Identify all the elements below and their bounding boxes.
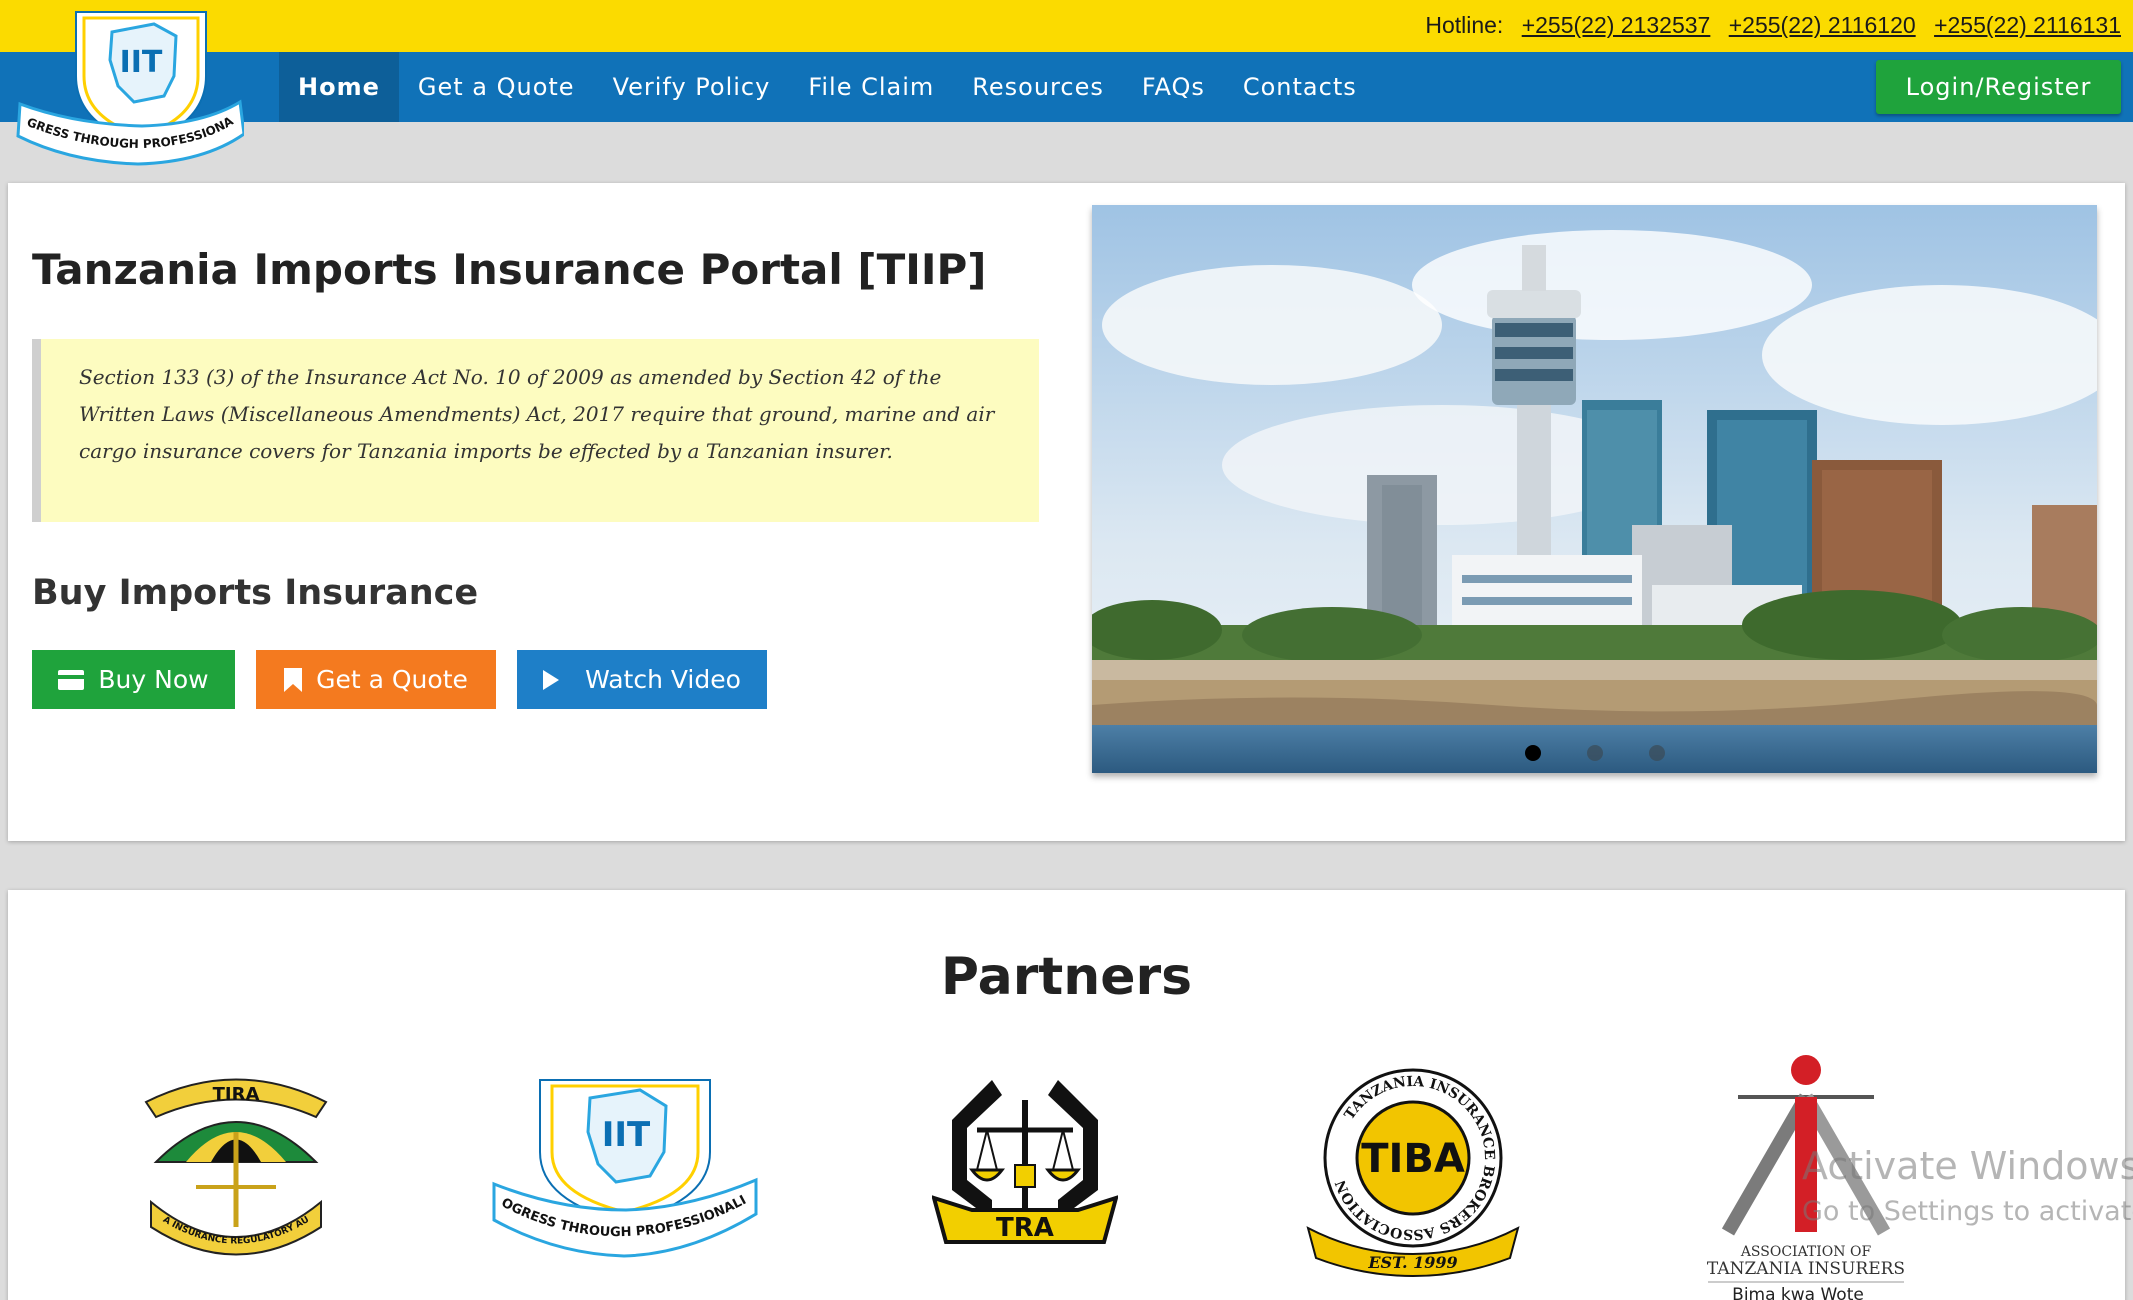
- nav-get-a-quote[interactable]: Get a Quote: [399, 52, 594, 122]
- tra-logo-text: TRA: [996, 1213, 1054, 1243]
- page-title: Tanzania Imports Insurance Portal [TIIP]: [32, 245, 987, 294]
- partners-section: Partners TIRA TANZANIA INSURANCE REGULAT…: [8, 890, 2125, 1300]
- hotline-number-3[interactable]: +255(22) 2116131: [1934, 12, 2121, 38]
- play-icon: [543, 669, 560, 690]
- ati-tagline: Bima kwa Wote: [1732, 1285, 1864, 1300]
- nav-verify-policy[interactable]: Verify Policy: [594, 52, 790, 122]
- city-skyline-image: [1092, 205, 2097, 773]
- bookmark-icon: [284, 667, 303, 692]
- hotline-label: Hotline:: [1425, 12, 1504, 38]
- ati-line1: ASSOCIATION OF: [1740, 1244, 1872, 1260]
- buy-now-label: Buy Now: [98, 665, 209, 694]
- hotline-number-2[interactable]: +255(22) 2116120: [1729, 12, 1916, 38]
- iit-logo-text: IIT: [602, 1115, 651, 1155]
- nav-faqs[interactable]: FAQs: [1123, 52, 1224, 122]
- nav-resources[interactable]: Resources: [953, 52, 1123, 122]
- nav-file-claim[interactable]: File Claim: [789, 52, 953, 122]
- site-logo[interactable]: IIT PROGRESS THROUGH PROFESSIONALISM: [14, 6, 244, 168]
- watch-video-button[interactable]: Watch Video: [517, 650, 767, 709]
- legal-notice: Section 133 (3) of the Insurance Act No.…: [32, 339, 1039, 522]
- logo-text: IIT: [120, 45, 163, 80]
- hero-slideshow[interactable]: [1092, 205, 2097, 773]
- tiba-logo-text: TIBA: [1361, 1136, 1465, 1182]
- watch-video-label: Watch Video: [585, 665, 741, 694]
- nav-contacts[interactable]: Contacts: [1224, 52, 1376, 122]
- nav-home[interactable]: Home: [279, 52, 399, 122]
- slide-indicators: [1092, 745, 2097, 761]
- hotline-number-1[interactable]: +255(22) 2132537: [1522, 12, 1711, 38]
- tira-logo[interactable]: TIRA TANZANIA INSURANCE REGULATORY AUTHO…: [136, 1062, 336, 1262]
- tiba-est: EST. 1999: [1367, 1253, 1457, 1272]
- hero-card: Tanzania Imports Insurance Portal [TIIP]…: [8, 183, 2125, 841]
- tira-logo-text: TIRA: [213, 1084, 260, 1105]
- ati-logo[interactable]: ASSOCIATION OF TANZANIA INSURERS Bima kw…: [1698, 1052, 1918, 1300]
- main-navbar: Home Get a Quote Verify Policy File Clai…: [0, 52, 2133, 122]
- main-nav: Home Get a Quote Verify Policy File Clai…: [279, 52, 1376, 122]
- hotline: Hotline: +255(22) 2132537 +255(22) 21161…: [1425, 12, 2121, 39]
- slide-dot-3[interactable]: [1648, 745, 1665, 761]
- partners-title: Partners: [940, 947, 1193, 1007]
- tra-logo[interactable]: TRA: [932, 1070, 1118, 1260]
- tiba-logo[interactable]: TANZANIA INSURANCE BROKERS ASSOCIATION T…: [1298, 1058, 1528, 1278]
- slide-dot-1[interactable]: [1524, 745, 1541, 761]
- ati-line2: TANZANIA INSURERS: [1707, 1259, 1905, 1279]
- buy-now-button[interactable]: Buy Now: [32, 650, 235, 709]
- credit-card-icon: [58, 669, 85, 690]
- hotline-bar: Hotline: +255(22) 2132537 +255(22) 21161…: [0, 0, 2133, 52]
- get-a-quote-button[interactable]: Get a Quote: [256, 650, 496, 709]
- slide-dot-2[interactable]: [1586, 745, 1603, 761]
- buy-heading: Buy Imports Insurance: [32, 573, 479, 613]
- get-a-quote-label: Get a Quote: [316, 665, 468, 694]
- iit-logo[interactable]: IIT PROGRESS THROUGH PROFESSIONALISM: [490, 1072, 760, 1262]
- login-register-button[interactable]: Login/Register: [1876, 60, 2121, 114]
- legal-notice-text: Section 133 (3) of the Insurance Act No.…: [79, 365, 995, 463]
